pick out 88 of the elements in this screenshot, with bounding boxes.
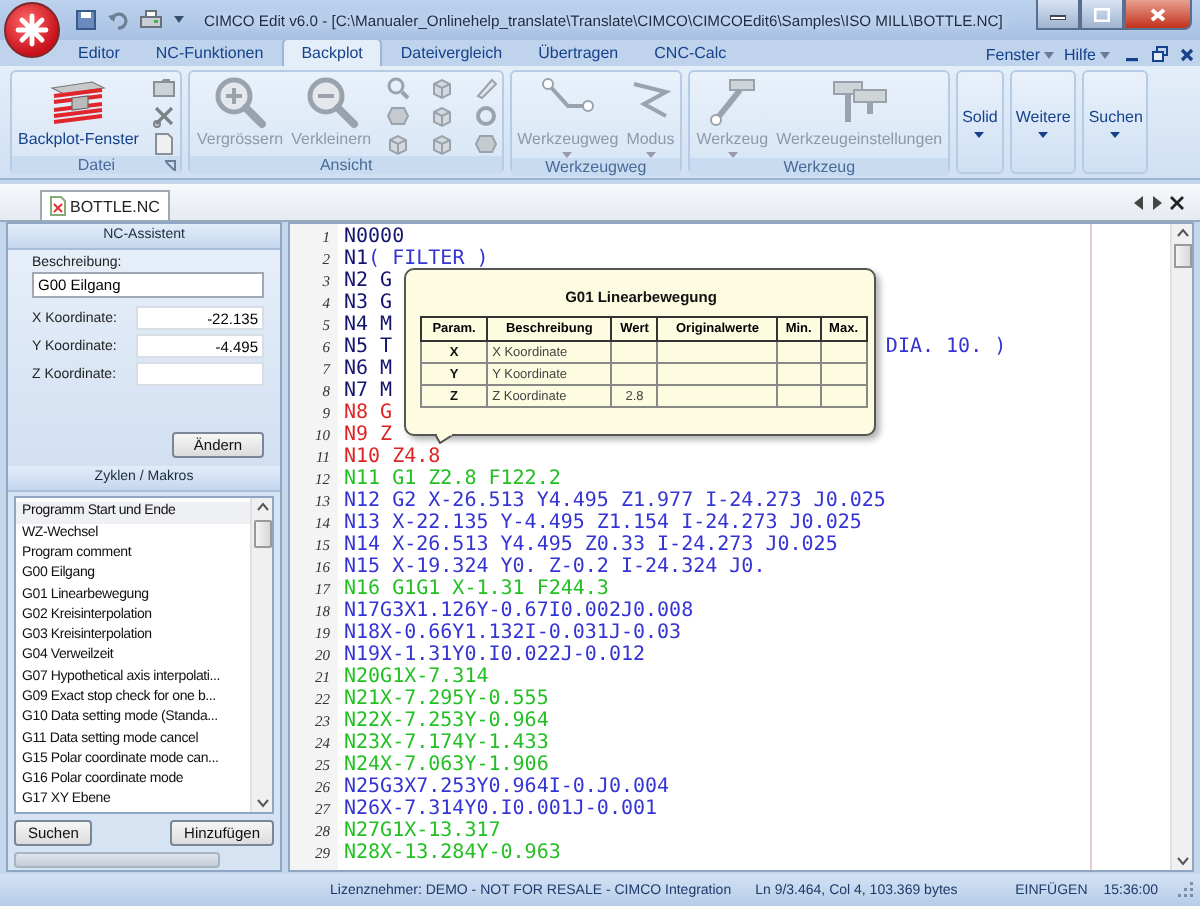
cube-icon[interactable] xyxy=(429,76,454,100)
group-label: Datei xyxy=(77,156,116,174)
code-line: N11 G1 Z2.8 F122.2 xyxy=(342,468,561,490)
scroll-right-icon[interactable] xyxy=(1152,196,1162,210)
scroll-up-icon[interactable] xyxy=(253,498,271,515)
code-line: N10 Z4.8 xyxy=(342,446,441,468)
caret-icon xyxy=(1043,51,1054,59)
code-line: N13 X-22.135 Y-4.495 Z1.154 I-24.273 J0.025 xyxy=(342,512,862,534)
zoom-out-icon xyxy=(303,74,360,130)
code-line: N14 X-26.513 Y4.495 Z0.33 I-24.273 J0.025 xyxy=(342,534,838,556)
ribbon-tab[interactable]: Dateivergleich xyxy=(382,40,521,66)
code-line: N16 G1G1 X-1.31 F244.3 xyxy=(342,578,609,600)
pencil-icon[interactable] xyxy=(473,76,498,100)
undo-icon[interactable] xyxy=(108,10,128,30)
magnifier-icon[interactable] xyxy=(385,76,410,100)
resize-grip-icon[interactable] xyxy=(1178,882,1194,898)
maximize-icon xyxy=(1094,7,1110,21)
scroll-down-icon[interactable] xyxy=(1173,854,1191,870)
circle-icon[interactable] xyxy=(473,104,498,128)
tool-icon xyxy=(706,76,759,128)
code-line: N15 X-19.324 Y0. Z-0.2 I-24.324 J0. xyxy=(342,556,766,578)
backplot-icon xyxy=(48,76,109,128)
code-line: N1( FILTER ) xyxy=(342,248,489,270)
code-line: N21X-7.295Y-0.555 xyxy=(342,688,549,710)
code-line: N27G1X-13.317 xyxy=(342,820,501,842)
ribbon-tab[interactable]: CNC-Calc xyxy=(636,40,745,66)
caret-icon xyxy=(1100,51,1110,59)
coordinate-field[interactable] xyxy=(136,362,264,386)
dialog-launcher-icon[interactable] xyxy=(164,159,177,171)
close-icon[interactable] xyxy=(1180,48,1194,62)
code-line: N8 G xyxy=(342,402,393,424)
code-line: N19X-1.31Y0.I0.022J-0.012 xyxy=(342,644,646,666)
save-icon[interactable] xyxy=(76,10,96,30)
code-line: N25G3X7.253Y0.964I-0.J0.004 xyxy=(342,776,670,798)
ribbon-menu-button[interactable]: Weitere xyxy=(1009,70,1077,174)
ribbon-tab[interactable]: NC-Funktionen xyxy=(137,40,282,66)
code-line: N17G3X1.126Y-0.67I0.002J0.008 xyxy=(342,600,694,622)
ribbon-tab[interactable]: Editor xyxy=(60,40,138,66)
code-line: N2 G xyxy=(342,270,393,292)
scroll-thumb[interactable] xyxy=(253,520,271,549)
scroll-thumb[interactable] xyxy=(1173,244,1191,268)
ribbon-menu-button[interactable]: Suchen xyxy=(1082,70,1149,174)
code-text: N5 T xyxy=(344,336,393,358)
close-button[interactable] xyxy=(1124,0,1192,30)
scroll-up-icon[interactable] xyxy=(1173,224,1191,240)
close-icon xyxy=(1150,7,1166,21)
close-icon[interactable] xyxy=(1170,196,1184,210)
cube-icon[interactable] xyxy=(429,104,454,128)
code-line: N22X-7.253Y-0.964 xyxy=(342,710,549,732)
group-label: Werkzeug xyxy=(783,158,856,176)
minimize-button[interactable] xyxy=(1036,0,1080,30)
document-tab[interactable]: BOTTLE.NC xyxy=(40,190,170,220)
zoom-in-icon xyxy=(212,74,269,130)
scroll-left-icon[interactable] xyxy=(1134,196,1144,210)
code-line: N3 G xyxy=(342,292,393,314)
caret-icon[interactable] xyxy=(174,16,184,24)
code-line: N0000 xyxy=(342,226,405,248)
ribbon-tab[interactable]: Übertragen xyxy=(520,40,637,66)
menu-dropdown[interactable]: Fenster xyxy=(985,44,1054,66)
code-line: N9 Z xyxy=(342,424,393,446)
code-line: N4 M xyxy=(342,314,393,336)
scroll-down-icon[interactable] xyxy=(253,795,271,812)
code-text: DIA. 10. ) xyxy=(885,336,1007,358)
restore-icon[interactable] xyxy=(1152,46,1168,62)
app-menu-button[interactable] xyxy=(4,2,60,58)
ribbon-button[interactable]: Backplot-Fenster xyxy=(16,76,141,148)
menu-dropdown[interactable]: Hilfe xyxy=(1063,44,1110,66)
cube-icon[interactable] xyxy=(385,132,410,156)
code-line: N7 M xyxy=(342,380,393,402)
printer-icon[interactable] xyxy=(140,10,162,30)
code-line: N12 G2 X-26.513 Y4.495 Z1.977 I-24.273 J0.025 xyxy=(342,490,886,512)
cube-icon[interactable] xyxy=(429,132,454,156)
group-label: Ansicht xyxy=(319,156,373,174)
folder-icon[interactable] xyxy=(152,76,177,100)
code-line: N6 M xyxy=(342,358,393,380)
code-line: N20G1X-7.314 xyxy=(342,666,489,688)
code-line: N28X-13.284Y-0.963 xyxy=(342,842,561,864)
code-line: N24X-7.063Y-1.906 xyxy=(342,754,549,776)
code-line: N23X-7.174Y-1.433 xyxy=(342,732,549,754)
file-icon xyxy=(50,196,66,216)
ribbon-menu-button[interactable]: Solid xyxy=(956,70,1004,174)
ribbon-tab[interactable]: Backplot xyxy=(281,38,383,66)
maximize-button[interactable] xyxy=(1080,0,1124,30)
code-line: N18X-0.66Y1.132I-0.031J-0.03 xyxy=(342,622,682,644)
code-line: N26X-7.314Y0.I0.001J-0.001 xyxy=(342,798,658,820)
group-label: Werkzeugweg xyxy=(545,158,647,176)
asterisk-logo-icon xyxy=(14,12,50,48)
hexagon-icon[interactable] xyxy=(385,104,410,128)
